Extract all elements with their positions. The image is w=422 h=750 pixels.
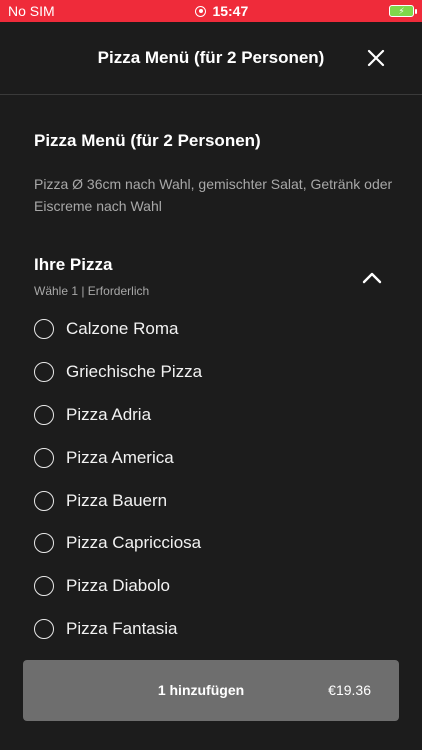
radio-button[interactable] (34, 319, 54, 340)
status-bar: No SIM 15:47 ⚡ (0, 0, 422, 22)
close-button[interactable] (366, 48, 386, 68)
status-time: 15:47 (212, 3, 249, 19)
add-button-price: €19.36 (328, 682, 371, 698)
option-pizza-diabolo[interactable]: Pizza Diabolo (34, 565, 394, 608)
option-calzone-roma[interactable]: Calzone Roma (34, 308, 394, 351)
chevron-up-icon (362, 272, 382, 284)
radio-button[interactable] (34, 447, 54, 468)
option-label: Pizza Diabolo (66, 576, 170, 596)
option-griechische-pizza[interactable]: Griechische Pizza (34, 351, 394, 394)
menu-description: Pizza Ø 36cm nach Wahl, gemischter Salat… (34, 176, 393, 214)
radio-button[interactable] (34, 490, 54, 511)
option-pizza-fantasia[interactable]: Pizza Fantasia (34, 608, 394, 651)
option-label: Pizza America (66, 447, 174, 467)
header: Pizza Menü (für 2 Personen) (0, 22, 422, 95)
option-label: Calzone Roma (66, 319, 179, 339)
radio-button[interactable] (34, 576, 54, 597)
option-label: Griechische Pizza (66, 362, 203, 382)
battery-charging-icon: ⚡ (389, 5, 417, 17)
carrier-label: No SIM (8, 3, 55, 19)
radio-button[interactable] (34, 533, 54, 554)
add-to-cart-button[interactable]: 1 hinzufügen €19.36 (23, 660, 399, 721)
radio-button[interactable] (34, 404, 54, 425)
collapse-section-button[interactable] (362, 271, 382, 285)
section-subtitle: Wähle 1 | Erforderlich (34, 284, 150, 298)
option-pizza-capricciosa[interactable]: Pizza Capricciosa (34, 522, 394, 565)
option-pizza-america[interactable]: Pizza America (34, 436, 394, 479)
close-icon (367, 49, 385, 67)
add-button-label: 1 hinzufügen (157, 682, 245, 698)
option-label: Pizza Bauern (66, 490, 168, 510)
option-pizza-bauern[interactable]: Pizza Bauern (34, 479, 394, 522)
pizza-options-list: Calzone Roma Griechische Pizza Pizza Adr… (34, 308, 394, 650)
section-title: Ihre Pizza (34, 255, 113, 274)
header-title: Pizza Menü (für 2 Personen) (97, 48, 325, 67)
radio-button[interactable] (34, 618, 54, 639)
option-label: Pizza Fantasia (66, 618, 178, 638)
option-label: Pizza Capricciosa (66, 533, 202, 553)
location-icon (195, 5, 207, 17)
option-label: Pizza Adria (66, 404, 152, 424)
radio-button[interactable] (34, 362, 54, 383)
menu-title: Pizza Menü (für 2 Personen) (34, 131, 261, 150)
charging-bolt-icon: ⚡ (398, 5, 405, 16)
status-center: 15:47 (195, 3, 248, 19)
option-pizza-adria[interactable]: Pizza Adria (34, 394, 394, 437)
